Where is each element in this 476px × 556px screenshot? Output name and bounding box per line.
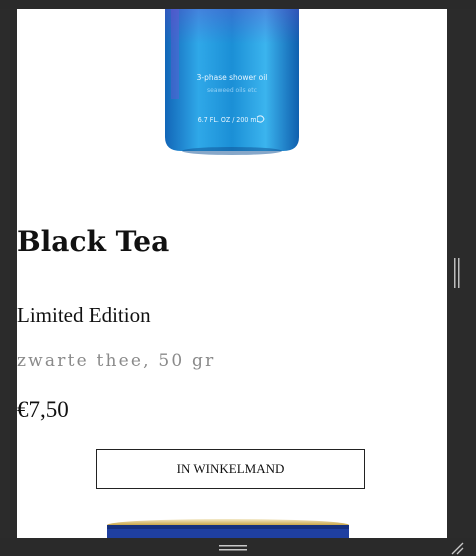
bottle-label-volume: 6.7 FL. OZ / 200 ml [198, 116, 259, 124]
product-card: 3-phase shower oil seaweed oils etc 6.7 … [17, 9, 447, 538]
bottle-label-subtext: seaweed oils etc [207, 87, 257, 94]
window-top-edge [0, 0, 476, 9]
product-edition-label: Limited Edition [17, 303, 151, 327]
add-to-cart-label: IN WINKELMAND [176, 461, 285, 476]
product-price: €7,50 [17, 397, 69, 422]
add-to-cart-button[interactable]: IN WINKELMAND [96, 449, 365, 489]
shower-oil-bottle-image: 3-phase shower oil seaweed oils etc 6.7 … [165, 9, 299, 155]
bottle-label-name: 3-phase shower oil [197, 73, 268, 82]
product-description: zwarte thee, 50 gr [17, 351, 216, 371]
product-title: Black Tea [17, 225, 170, 258]
resize-grip-icon[interactable] [450, 541, 464, 555]
side-handle-icon[interactable] [454, 258, 460, 288]
drag-handle-icon[interactable] [219, 545, 247, 552]
tea-tin-image [107, 519, 349, 538]
